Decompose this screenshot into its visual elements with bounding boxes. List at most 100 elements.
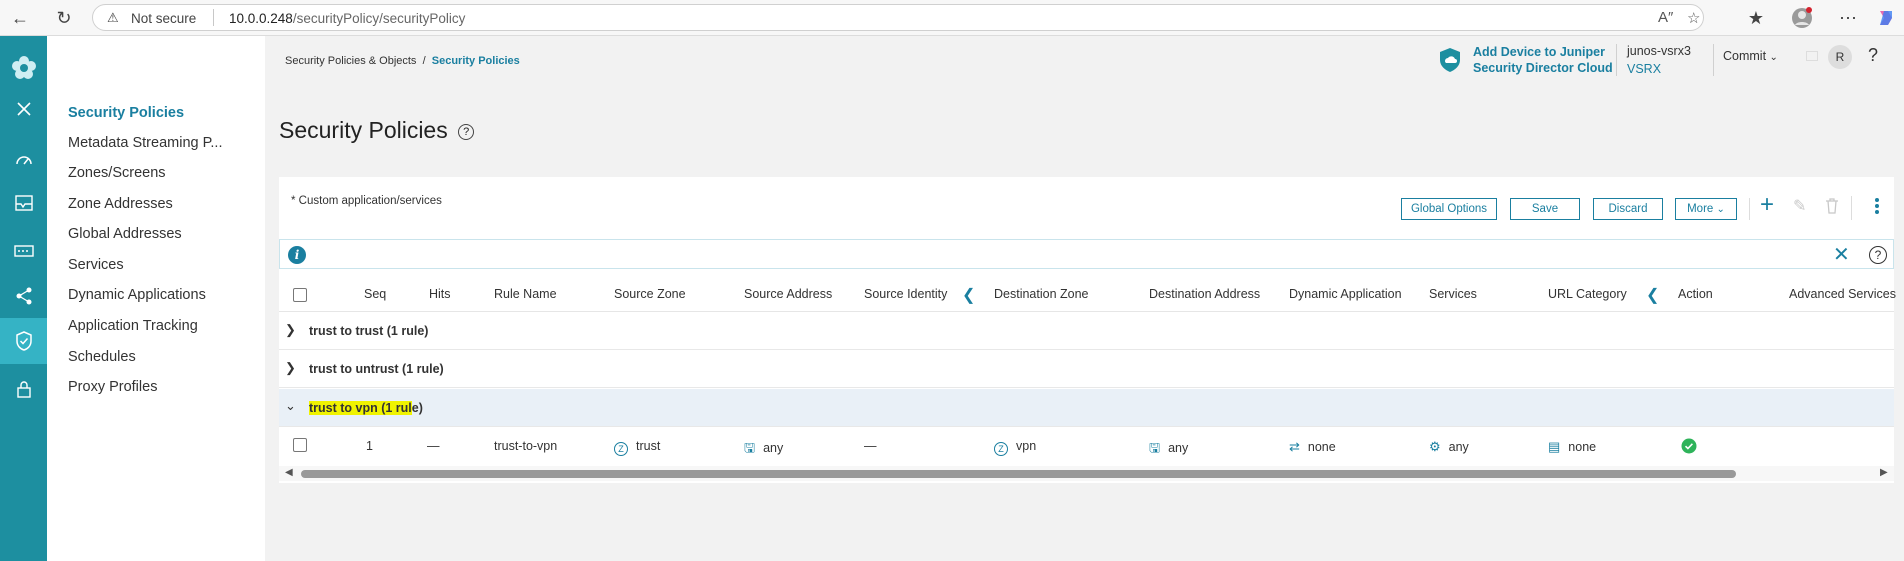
column-header-advanced-services[interactable]: Advanced Services [1789,287,1896,301]
address-bar[interactable]: ⚠ Not secure 10.0.0.248/securityPolicy/s… [92,4,1704,31]
close-icon[interactable] [0,89,47,129]
cell-url-category: ▤ none [1548,439,1596,455]
nav-item-global-addresses[interactable]: Global Addresses [68,226,182,242]
add-icon[interactable]: + [1760,191,1774,219]
nav-item-schedules[interactable]: Schedules [68,349,136,365]
page-title-text: Security Policies [279,117,448,143]
notification-icon[interactable] [1806,51,1818,61]
source-zone-value: trust [636,439,661,453]
permit-check-icon [1681,438,1697,457]
network-icon[interactable] [0,276,47,316]
back-icon[interactable]: ← [8,6,32,30]
column-header-dynamic-application[interactable]: Dynamic Application [1289,287,1402,301]
address-divider [213,9,214,26]
cell-services: ⚙ any [1429,439,1469,455]
device-type: VSRX [1627,62,1662,76]
cell-source-zone: Ztrust [614,439,660,456]
nav-item-metadata-streaming[interactable]: Metadata Streaming P... [68,135,223,151]
chevron-right-icon[interactable]: ❯ [285,360,296,376]
address-icon: 🖫︎ [1149,440,1161,455]
column-header-destination-zone[interactable]: Destination Zone [994,287,1089,301]
cell-source-address: 🖫︎ any [744,439,783,461]
breadcrumb: Security Policies & Objects / Security P… [285,55,520,67]
destination-zone-value: vpn [1016,439,1037,453]
help-icon[interactable]: ? [1868,45,1878,66]
nav-item-zone-addresses[interactable]: Zone Addresses [68,196,173,212]
nav-item-dynamic-applications[interactable]: Dynamic Applications [68,287,206,303]
lock-icon[interactable] [0,369,47,409]
column-header-destination-address[interactable]: Destination Address [1149,287,1260,301]
cell-hits: — [427,439,440,453]
scrollbar-thumb[interactable] [301,470,1736,478]
group-label-rest: e) [411,401,423,415]
scroll-right-icon[interactable]: ▶ [1880,467,1888,478]
column-header-seq[interactable]: Seq [364,287,386,301]
select-all-checkbox[interactable] [293,288,307,302]
shield-cloud-icon [1440,48,1460,72]
group-label: trust to untrust (1 rule) [309,362,444,376]
nav-item-zones-screens[interactable]: Zones/Screens [68,165,166,181]
reload-icon[interactable]: ↻ [52,6,76,30]
group-label: trust to trust (1 rule) [309,324,429,338]
chevron-right-icon[interactable]: ❯ [285,322,296,338]
group-row[interactable]: ❯ trust to trust (1 rule) [279,312,1894,350]
grid-header: Seq Hits Rule Name Source Zone Source Ad… [279,276,1896,312]
help-circle-icon[interactable]: ? [1869,246,1887,264]
column-header-source-address[interactable]: Source Address [744,287,832,301]
gear-icon: ⚙ [1429,439,1441,454]
table-row[interactable]: 1 — trust-to-vpn Ztrust 🖫︎ any — Zvpn 🖫︎ a… [279,427,1894,465]
favorites-icon[interactable]: ★ [1744,6,1768,30]
source-address-value: any [763,441,784,455]
chevron-down-icon[interactable]: ⌄ [285,398,296,414]
column-header-services[interactable]: Services [1429,287,1477,301]
horizontal-scrollbar[interactable]: ◀ ▶ [279,466,1894,481]
group-label-highlight: trust to vpn (1 rul [309,401,412,415]
nav-item-security-policies[interactable]: Security Policies [68,105,184,121]
collapse-columns-icon[interactable]: ❮ [962,285,975,305]
policy-grid-card: * Custom application/services Global Opt… [279,177,1896,483]
device-info: junos-vsrx3 VSRX [1627,44,1691,76]
column-header-rule-name[interactable]: Rule Name [494,287,557,301]
group-row[interactable]: ❯ trust to untrust (1 rule) [279,350,1894,388]
nav-item-proxy-profiles[interactable]: Proxy Profiles [68,379,157,395]
kebab-menu-icon[interactable] [1874,197,1880,220]
global-options-button[interactable]: Global Options [1401,198,1497,220]
breadcrumb-root[interactable]: Security Policies & Objects [285,55,416,67]
commit-label: Commit [1723,49,1767,63]
close-icon[interactable]: ✕ [1833,242,1850,267]
header-divider [1713,44,1714,76]
commit-menu[interactable]: Commit ⌄ [1723,49,1778,63]
not-secure-label: Not secure [131,11,197,26]
cell-rule-name[interactable]: trust-to-vpn [494,439,557,453]
discard-button[interactable]: Discard [1593,198,1663,220]
dashboard-icon[interactable] [0,139,47,179]
scroll-left-icon[interactable]: ◀ [285,467,293,478]
favorite-star-icon[interactable]: ☆ [1687,9,1700,27]
header-divider [1616,44,1617,76]
security-policy-nav-icon[interactable] [0,318,47,364]
column-header-url-category[interactable]: URL Category [1548,287,1627,301]
read-aloud-icon[interactable]: A″ [1658,9,1673,26]
copilot-icon[interactable] [1874,6,1898,30]
more-menu-icon[interactable]: ⋯ [1836,6,1860,30]
help-circle-icon[interactable]: ? [458,124,475,140]
column-header-hits[interactable]: Hits [429,287,451,301]
device-icon[interactable] [0,231,47,271]
url-path: /securityPolicy/securityPolicy [292,11,466,26]
collapse-columns-icon[interactable]: ❮ [1646,285,1659,305]
nav-item-application-tracking[interactable]: Application Tracking [68,318,198,334]
monitor-icon[interactable] [0,183,47,223]
avatar[interactable]: R [1828,45,1852,69]
column-header-action[interactable]: Action [1678,287,1713,301]
nav-item-services[interactable]: Services [68,257,124,273]
column-header-source-identity[interactable]: Source Identity [864,287,947,301]
edit-icon[interactable]: ✎ [1793,196,1806,216]
save-button[interactable]: Save [1510,198,1580,220]
more-button[interactable]: More ⌄ [1675,198,1737,220]
info-bar: i ✕ ? [279,239,1894,269]
column-header-source-zone[interactable]: Source Zone [614,287,686,301]
row-checkbox[interactable] [293,438,307,452]
delete-icon[interactable] [1825,198,1839,219]
profile-icon[interactable] [1790,6,1814,30]
group-row[interactable]: ⌄ trust to vpn (1 rule) [279,389,1894,427]
